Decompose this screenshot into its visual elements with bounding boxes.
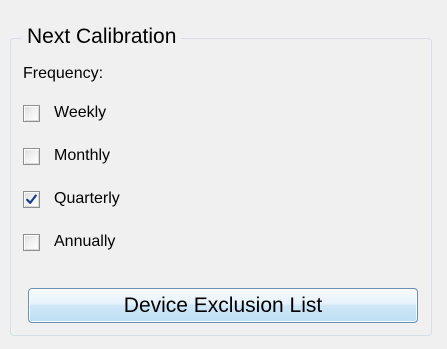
check-mark-icon — [26, 194, 37, 204]
monthly-checkbox[interactable] — [23, 147, 40, 165]
option-weekly[interactable]: Weekly — [23, 103, 106, 123]
frequency-label: Frequency: — [23, 65, 104, 82]
group-title: Next Calibration — [22, 24, 182, 50]
option-quarterly[interactable]: Quarterly — [23, 189, 120, 209]
weekly-checkbox[interactable] — [23, 104, 40, 122]
weekly-label[interactable]: Weekly — [54, 103, 106, 123]
device-exclusion-list-button[interactable]: Device Exclusion List — [28, 288, 418, 323]
quarterly-label[interactable]: Quarterly — [54, 189, 120, 209]
quarterly-checkbox[interactable] — [23, 190, 40, 208]
monthly-label[interactable]: Monthly — [54, 146, 110, 166]
option-annually[interactable]: Annually — [23, 232, 115, 252]
option-monthly[interactable]: Monthly — [23, 146, 110, 166]
annually-checkbox[interactable] — [23, 233, 40, 251]
annually-label[interactable]: Annually — [54, 232, 115, 252]
